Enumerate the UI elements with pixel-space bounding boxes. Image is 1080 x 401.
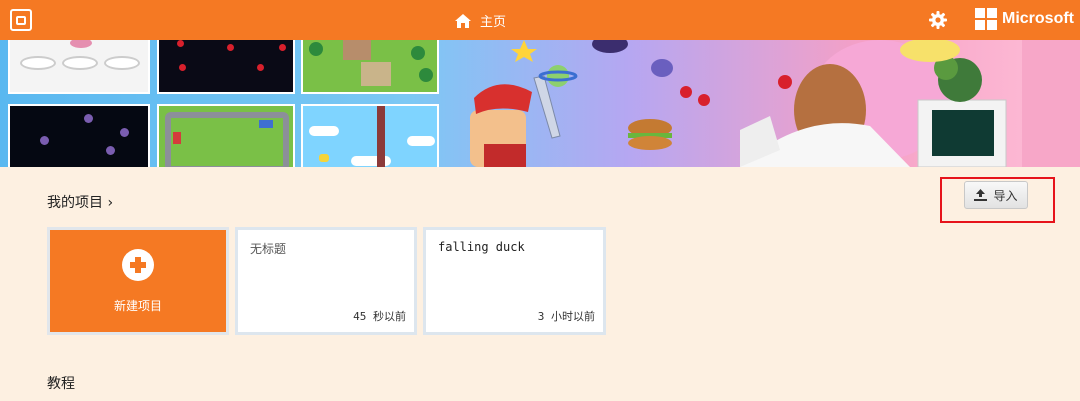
game-thumbnail-asteroids[interactable] — [8, 104, 150, 167]
project-time: 3 小时以前 — [537, 310, 595, 323]
tutorials-heading: 教程 — [47, 376, 75, 392]
game-thumbnail-village[interactable] — [301, 40, 439, 94]
home-button[interactable]: 主页 — [455, 11, 506, 30]
arcade-characters-hero-art — [470, 40, 1080, 167]
project-name: 无标题 — [250, 242, 287, 256]
project-time: 45 秒以前 — [353, 310, 406, 323]
game-thumbnail-plates[interactable] — [8, 40, 150, 94]
gear-icon[interactable] — [929, 11, 947, 29]
project-card[interactable]: falling duck 3 小时以前 — [423, 227, 606, 335]
game-thumbnail-race-track[interactable] — [157, 104, 295, 167]
home-label: 主页 — [480, 15, 507, 30]
new-project-card[interactable]: 新建项目 — [47, 227, 229, 335]
my-projects-heading[interactable]: 我的项目 › — [47, 192, 113, 212]
brand-label: Microsoft — [1002, 10, 1074, 27]
microsoft-brand[interactable]: Microsoft — [975, 8, 1074, 30]
import-button[interactable]: 导入 — [964, 181, 1028, 209]
hero-banner — [0, 40, 1080, 167]
project-card[interactable]: 无标题 45 秒以前 — [235, 227, 417, 335]
top-bar: 主页 Microsoft — [0, 0, 1080, 40]
upload-icon — [974, 189, 988, 201]
microsoft-logo-icon — [975, 8, 997, 30]
import-label: 导入 — [993, 188, 1018, 203]
plus-circle-icon — [122, 248, 154, 281]
project-name: falling duck — [438, 240, 525, 254]
game-thumbnail-cherries[interactable] — [157, 40, 295, 94]
makecode-arcade-logo-icon[interactable] — [10, 9, 32, 31]
new-project-label: 新建项目 — [113, 298, 162, 313]
game-thumbnail-sky[interactable] — [301, 104, 439, 167]
home-icon — [455, 13, 471, 28]
